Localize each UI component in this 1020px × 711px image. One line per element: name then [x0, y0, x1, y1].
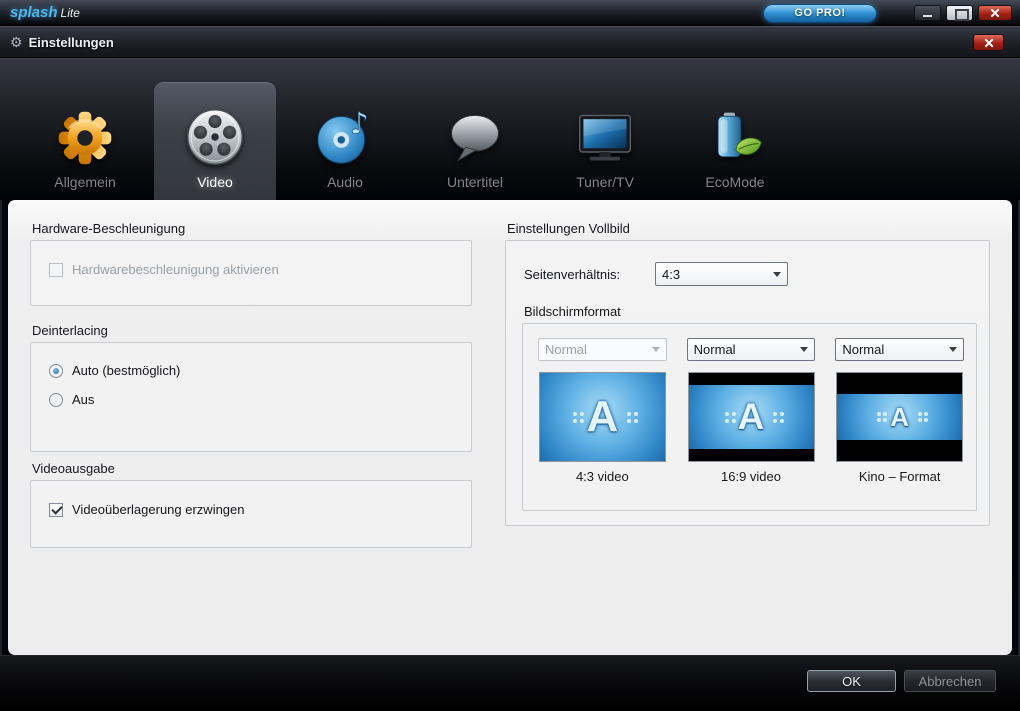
- film-dots-icon: [918, 411, 923, 416]
- preview-caption: 4:3 video: [575, 469, 629, 484]
- format-column-169: Normal A 16:9 video: [686, 338, 816, 484]
- titlebar: splash Lite GO PRO!: [0, 0, 1020, 26]
- settings-content: Hardware-Beschleunigung Hardwarebeschleu…: [8, 200, 1012, 655]
- radio-label: Aus: [72, 392, 95, 407]
- ok-button[interactable]: OK: [807, 670, 896, 692]
- deinterlacing-aus-radio[interactable]: Aus: [49, 392, 455, 407]
- maximize-button[interactable]: [946, 5, 973, 21]
- close-window-button[interactable]: [978, 5, 1012, 21]
- radio-icon: [49, 392, 63, 407]
- dialog-titlebar: ⚙ Einstellungen: [0, 26, 1020, 58]
- film-dots-icon: [573, 411, 578, 416]
- titlebar-controls: GO PRO!: [763, 0, 1012, 26]
- tab-label: Tuner/TV: [576, 174, 634, 190]
- format-select-169[interactable]: Normal: [686, 338, 816, 361]
- aspect-ratio-row: Seitenverhältnis: 4:3: [524, 262, 973, 286]
- tab-label: EcoMode: [705, 174, 765, 190]
- film-dots-icon: [724, 411, 729, 416]
- selected-value: 4:3: [662, 266, 681, 282]
- format-select-43[interactable]: Normal: [538, 338, 667, 361]
- format-columns: Normal A 4:3 video Normal A 16:9 video N…: [523, 324, 976, 484]
- splash-settings-window: splash Lite GO PRO! ⚙ Einstellungen Allg…: [0, 0, 1020, 711]
- radio-icon: [49, 363, 63, 378]
- checkbox-icon: [49, 262, 63, 277]
- chevron-down-icon: [949, 347, 958, 352]
- dialog-close-button[interactable]: [973, 34, 1004, 51]
- audio-disc-icon: ♪: [315, 103, 375, 167]
- tab-audio[interactable]: ♪ Audio: [284, 88, 406, 200]
- preview-letter: A: [586, 392, 619, 441]
- selected-value: Normal: [545, 342, 587, 357]
- format-column-kino: Normal A Kino – Format: [835, 338, 965, 484]
- preview-picture: A: [688, 385, 814, 449]
- gear-icon: [56, 103, 114, 167]
- aspect-ratio-label: Seitenverhältnis:: [524, 266, 621, 282]
- tab-ecomode[interactable]: EcoMode: [674, 88, 796, 200]
- logo-splash-text: splash: [10, 3, 58, 21]
- selected-value: Normal: [693, 342, 736, 357]
- go-pro-button[interactable]: GO PRO!: [763, 3, 877, 23]
- checkbox-label: Hardwarebeschleunigung aktivieren: [72, 262, 279, 277]
- tab-label: Video: [197, 174, 233, 190]
- film-reel-icon: [185, 103, 245, 167]
- tab-tuner-tv[interactable]: Tuner/TV: [544, 88, 666, 200]
- tab-untertitel[interactable]: Untertitel: [414, 88, 536, 200]
- group-title: Hardware-Beschleunigung: [32, 221, 186, 236]
- preview-caption: 16:9 video: [721, 469, 781, 484]
- format-column-43: Normal A 4:3 video: [538, 338, 667, 484]
- preview-picture: A: [539, 373, 665, 461]
- svg-text:♪: ♪: [350, 107, 369, 141]
- fullscreen-settings-group: Einstellungen Vollbild Seitenverhältnis:…: [505, 221, 990, 526]
- preview-picture: A: [837, 394, 963, 440]
- preview-image-kino: A: [836, 372, 964, 462]
- dialog-title: Einstellungen: [28, 34, 114, 50]
- format-select-kino[interactable]: Normal: [835, 338, 965, 361]
- tab-label: Audio: [327, 174, 363, 190]
- tv-icon: [574, 103, 636, 167]
- app-logo: splash Lite: [10, 4, 80, 22]
- aspect-ratio-select[interactable]: 4:3: [655, 262, 788, 286]
- preview-caption: Kino – Format: [858, 469, 941, 484]
- film-dots-icon: [773, 411, 778, 416]
- chevron-down-icon: [800, 347, 809, 352]
- logo-lite-text: Lite: [60, 5, 80, 20]
- battery-leaf-icon: [705, 103, 765, 167]
- chevron-down-icon: [773, 271, 781, 277]
- hardware-accel-checkbox[interactable]: Hardwarebeschleunigung aktivieren: [49, 262, 455, 277]
- tab-allgemein[interactable]: Allgemein: [24, 88, 146, 200]
- deinterlacing-group: Deinterlacing Auto (bestmöglich) Aus: [30, 323, 472, 452]
- group-title: Bildschirmformat: [524, 304, 621, 319]
- group-title: Einstellungen Vollbild: [507, 221, 630, 236]
- preview-letter: A: [737, 396, 765, 437]
- preview-image-43: A: [538, 372, 666, 462]
- minimize-button[interactable]: [914, 5, 941, 21]
- selected-value: Normal: [842, 342, 885, 357]
- bildschirmformat-group: Bildschirmformat Normal A 4:3 video Norm…: [522, 304, 977, 511]
- deinterlacing-auto-radio[interactable]: Auto (bestmöglich): [49, 363, 455, 378]
- tab-label: Allgemein: [54, 174, 116, 190]
- tab-video[interactable]: Video: [154, 82, 276, 200]
- group-title: Deinterlacing: [32, 323, 108, 338]
- videoausgabe-group: Videoausgabe Videoüberlagerung erzwingen: [30, 461, 472, 548]
- tab-label: Untertitel: [446, 174, 504, 190]
- video-overlay-checkbox[interactable]: Videoüberlagerung erzwingen: [49, 502, 455, 517]
- radio-label: Auto (bestmöglich): [72, 363, 181, 378]
- hardware-acceleration-group: Hardware-Beschleunigung Hardwarebeschleu…: [30, 221, 472, 306]
- preview-letter: A: [890, 401, 910, 432]
- checkbox-label: Videoüberlagerung erzwingen: [72, 502, 245, 517]
- preview-image-169: A: [687, 372, 815, 462]
- settings-gear-icon: ⚙: [10, 33, 23, 50]
- cancel-button[interactable]: Abbrechen: [904, 670, 996, 692]
- film-dots-icon: [877, 411, 882, 416]
- group-title: Videoausgabe: [32, 461, 115, 476]
- dialog-footer: OK Abbrechen: [0, 655, 1020, 711]
- settings-tabbar: Allgemein Video ♪ Audio Untertitel Tuner…: [0, 58, 1020, 200]
- film-dots-icon: [627, 411, 632, 416]
- checkbox-icon: [49, 502, 63, 517]
- speech-bubble-icon: [445, 103, 505, 167]
- chevron-down-icon: [651, 347, 660, 352]
